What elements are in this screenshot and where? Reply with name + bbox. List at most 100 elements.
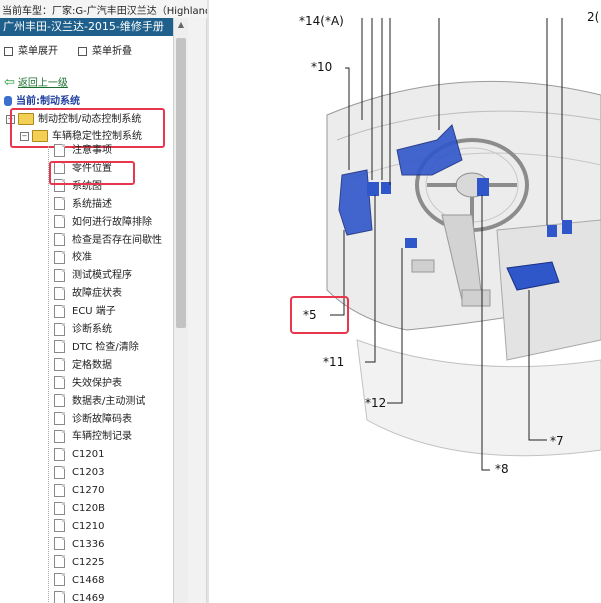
- menu-expand-button[interactable]: 菜单展开: [4, 42, 58, 57]
- section-list-item-label: C1469: [72, 592, 105, 603]
- section-list-item-label: 检查是否存在间歇性: [72, 234, 162, 246]
- document-icon: [54, 394, 65, 408]
- section-list-item[interactable]: 失效保护表: [54, 375, 122, 393]
- section-list-item-label: 数据表/主动测试: [72, 395, 146, 407]
- callout-label: *14(*A): [299, 14, 344, 28]
- section-list-item[interactable]: ECU 端子: [54, 303, 116, 321]
- section-list-item[interactable]: C1270: [54, 482, 104, 500]
- section-list-item-label: C1203: [72, 467, 105, 479]
- current-section: 当前:制动系统: [4, 92, 80, 107]
- document-icon: [54, 197, 65, 211]
- callout-label: *12: [365, 396, 387, 410]
- section-list-item[interactable]: 诊断故障码表: [54, 411, 132, 429]
- document-icon: [54, 376, 65, 390]
- document-icon: [54, 501, 65, 515]
- section-list-item[interactable]: C1203: [54, 464, 104, 482]
- document-icon: [54, 215, 65, 229]
- section-list-item-label: 诊断系统: [72, 324, 112, 335]
- section-list-item[interactable]: C1469: [54, 590, 104, 603]
- section-list-item-label: 车辆控制记录: [72, 431, 132, 443]
- section-list-item[interactable]: C120B: [54, 500, 105, 518]
- current-section-icon: [4, 96, 12, 106]
- tree-guide-line: [48, 146, 50, 603]
- menu-expand-label: 菜单展开: [18, 46, 58, 57]
- document-icon: [54, 412, 65, 425]
- section-list-item[interactable]: C1225: [54, 554, 104, 572]
- section-list-item[interactable]: DTC 检查/清除: [54, 339, 139, 357]
- section-list-item[interactable]: C1336: [54, 536, 104, 554]
- back-arrow-icon: ⇦: [4, 75, 15, 90]
- section-list-item[interactable]: 故障症状表: [54, 285, 122, 303]
- section-list-item[interactable]: C1468: [54, 572, 104, 590]
- parts-location-diagram: *14(*A) *10 2( *5 *11 *12 *8 *7: [207, 0, 601, 603]
- section-list-item-label: C1210: [72, 520, 105, 532]
- section-list-item-label: C1468: [72, 574, 105, 586]
- section-list-item-label: C1201: [72, 449, 105, 461]
- vehicle-interior-illustration: [207, 0, 601, 603]
- section-list-item-label: 如何进行故障排除: [72, 216, 152, 228]
- menu-collapse-label: 菜单折叠: [92, 46, 132, 57]
- document-icon: [54, 519, 65, 533]
- back-link-label: 返回上一级: [17, 78, 68, 89]
- document-icon: [54, 304, 65, 318]
- section-list-item-label: 故障症状表: [72, 288, 122, 300]
- highlight-box: [49, 161, 135, 185]
- section-list-item-label: 测试模式程序: [72, 270, 132, 282]
- section-list-item[interactable]: 车辆控制记录: [54, 428, 132, 446]
- section-list-item-label: 定格数据: [72, 359, 112, 371]
- document-icon: [54, 447, 65, 461]
- document-icon: [54, 537, 65, 551]
- callout-label: *7: [550, 434, 564, 448]
- section-list-item[interactable]: 注意事项: [54, 142, 112, 160]
- section-list-item-label: C1225: [72, 556, 105, 568]
- document-icon: [54, 250, 65, 264]
- back-link[interactable]: ⇦ 返回上一级: [4, 74, 68, 90]
- section-list-item-label: C120B: [72, 503, 105, 514]
- section-list-item[interactable]: 测试模式程序: [54, 267, 132, 285]
- document-icon: [54, 143, 65, 157]
- document-icon: [54, 573, 65, 587]
- section-list-item[interactable]: 校准: [54, 249, 92, 267]
- section-list-item[interactable]: C1210: [54, 518, 104, 536]
- section-list-item-label: C1336: [72, 538, 105, 550]
- callout-label: *8: [495, 462, 509, 476]
- section-list-item[interactable]: 如何进行故障排除: [54, 214, 152, 232]
- section-list-item[interactable]: 系统描述: [54, 196, 112, 214]
- document-icon: [54, 322, 65, 336]
- section-list-item-label: 失效保护表: [72, 377, 122, 389]
- callout-label: *11: [323, 355, 345, 369]
- callout-label: *10: [311, 60, 333, 74]
- current-section-label: 当前:制动系统: [16, 96, 80, 107]
- section-list-item[interactable]: 数据表/主动测试: [54, 393, 145, 411]
- callout-label: 2(: [587, 10, 600, 24]
- document-icon: [54, 465, 65, 479]
- manual-title: 广州丰田-汉兰达-2015-维修手册: [0, 18, 175, 36]
- section-list-item-label: 系统描述: [72, 198, 112, 210]
- document-icon: [54, 233, 65, 246]
- section-list-item[interactable]: C1201: [54, 446, 104, 464]
- section-list-item-label: ECU 端子: [72, 306, 116, 318]
- document-icon: [54, 340, 65, 354]
- collapse-icon: [78, 46, 87, 56]
- section-list-item-label: 诊断故障码表: [72, 413, 132, 425]
- menu-collapse-button[interactable]: 菜单折叠: [78, 42, 132, 57]
- sidebar-scrollbar[interactable]: ▲: [173, 18, 188, 603]
- section-list-item-label: 校准: [72, 252, 92, 264]
- section-list-item-label: DTC 检查/清除: [72, 341, 139, 353]
- section-list-item-label: 注意事项: [72, 145, 112, 156]
- section-list-item-label: C1270: [72, 485, 105, 497]
- section-list-item[interactable]: 定格数据: [54, 357, 112, 375]
- section-list-item[interactable]: 检查是否存在间歇性: [54, 232, 162, 250]
- document-icon: [54, 429, 65, 443]
- section-list-item[interactable]: 诊断系统: [54, 321, 112, 339]
- scroll-thumb[interactable]: [176, 38, 186, 328]
- document-icon: [54, 286, 65, 300]
- panel-divider[interactable]: [188, 18, 207, 603]
- document-icon: [54, 555, 65, 569]
- scroll-up-icon[interactable]: ▲: [175, 20, 187, 34]
- document-icon: [54, 483, 65, 497]
- document-icon: [54, 591, 65, 603]
- expand-icon: [4, 46, 13, 56]
- callout-label: *5: [303, 308, 317, 322]
- document-icon: [54, 268, 65, 282]
